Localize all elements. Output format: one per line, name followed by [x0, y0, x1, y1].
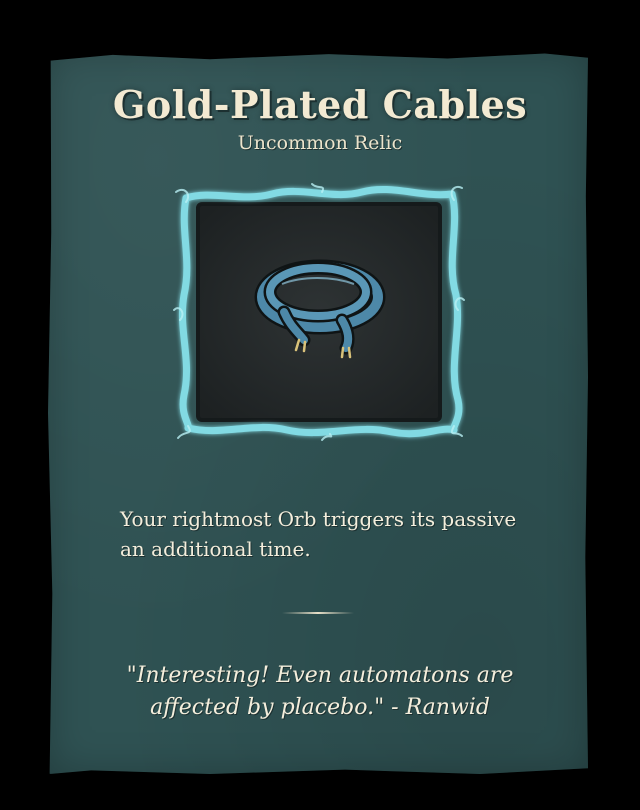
relic-frame-art — [173, 183, 465, 441]
relic-description: Your rightmost Orb triggers its passive … — [120, 507, 517, 561]
relic-title: Gold-Plated Cables — [112, 82, 528, 127]
relic-rarity: Uncommon Relic — [237, 132, 403, 154]
divider-line — [282, 612, 354, 614]
relic-flavor-text: "Interesting! Even automatons are affect… — [126, 663, 514, 720]
relic-image-frame — [172, 180, 466, 442]
